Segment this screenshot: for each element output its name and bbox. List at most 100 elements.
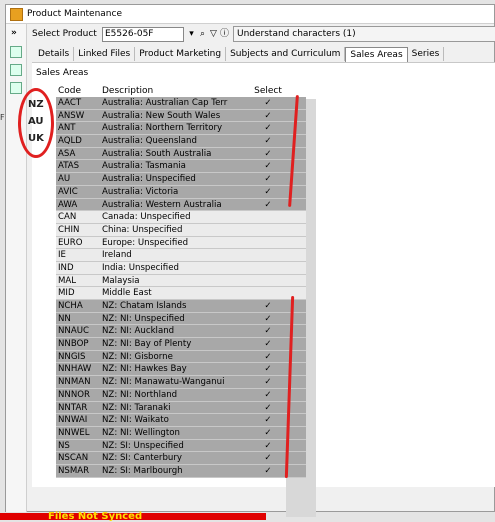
dropdown-arrow-icon[interactable]: ▾ [187,28,196,40]
code-cell: ASA [58,148,76,159]
table-row[interactable]: ASA Australia: South Australia ✓ [56,147,306,161]
select-checkbox[interactable] [250,249,286,261]
description-cell: Australia: Western Australia [102,199,222,210]
description-cell: Australia: South Australia [102,148,212,159]
table-row[interactable]: NSCAN NZ: SI: Canterbury ✓ [56,452,306,465]
select-product-label: Select Product [32,29,97,39]
code-cell: AACT [58,98,82,108]
table-row[interactable]: NCHA NZ: Chatam Islands ✓ [56,300,306,313]
table-row[interactable]: NNBOP NZ: NI: Bay of Plenty ✓ [56,338,306,351]
select-checkbox[interactable] [250,262,286,274]
description-cell: India: Unspecified [102,262,179,273]
description-cell: Australia: Tasmania [102,161,186,172]
table-row[interactable]: AWA Australia: Western Australia ✓ [56,198,306,212]
code-cell: NNHAW [58,364,92,375]
select-checkbox[interactable]: ✓ [250,97,286,109]
select-checkbox[interactable] [250,275,286,287]
tab-sales-areas[interactable]: Sales Areas [345,47,408,62]
code-column-header[interactable]: Code [56,85,100,97]
select-checkbox[interactable]: ✓ [250,148,286,160]
table-row[interactable]: ANSW Australia: New South Wales ✓ [56,109,306,123]
product-code-input[interactable]: E5526-05F [102,26,184,42]
select-checkbox[interactable] [250,224,286,236]
table-row[interactable]: NNWEL NZ: NI: Wellington ✓ [56,426,306,440]
table-row[interactable]: NSMAR NZ: SI: Marlbourgh ✓ [56,464,306,478]
select-checkbox[interactable] [250,237,286,249]
select-checkbox[interactable]: ✓ [250,173,286,185]
code-cell: NSMAR [58,465,90,476]
tab-subjects-and-curriculum[interactable]: Subjects and Curriculum [226,47,346,61]
tab-linked-files[interactable]: Linked Files [74,47,136,61]
table-row[interactable]: NNGIS NZ: NI: Gisborne ✓ [56,350,306,364]
table-row[interactable]: NNHAW NZ: NI: Hawkes Bay ✓ [56,363,306,377]
title-bar: Product Maintenance [6,5,494,24]
info-icon[interactable]: ⓘ [220,28,229,40]
table-row[interactable]: NNMAN NZ: NI: Manawatu-Wanganui ✓ [56,376,306,389]
tab-series[interactable]: Series [408,47,445,61]
select-checkbox[interactable]: ✓ [250,199,286,211]
select-checkbox[interactable]: ✓ [250,110,286,122]
select-checkbox[interactable]: ✓ [250,440,286,452]
select-checkbox[interactable]: ✓ [250,300,286,312]
select-checkbox[interactable]: ✓ [250,363,286,375]
description-column-header[interactable]: Description [100,85,250,97]
select-checkbox[interactable]: ✓ [250,325,286,337]
code-cell: ANT [58,123,76,134]
table-row[interactable]: IE Ireland [56,249,306,262]
table-row[interactable]: IND India: Unspecified [56,261,306,275]
code-cell: AU [58,174,71,185]
table-row[interactable]: AU Australia: Unspecified ✓ [56,173,306,186]
table-row[interactable]: NNWAI NZ: NI: Waikato ✓ [56,414,306,427]
table-row[interactable]: CHIN China: Unspecified [56,223,306,237]
description-cell: NZ: SI: Unspecified [102,440,184,451]
export-icon[interactable] [10,82,22,94]
select-checkbox[interactable]: ✓ [250,414,286,426]
table-row[interactable]: MAL Malaysia [56,274,306,288]
select-checkbox[interactable] [250,211,286,223]
code-cell: CAN [58,212,77,223]
select-column-header[interactable]: Select [250,85,286,97]
description-cell: Canada: Unspecified [102,212,191,223]
table-row[interactable]: ANT Australia: Northern Territory ✓ [56,122,306,136]
select-checkbox[interactable]: ✓ [250,160,286,172]
select-checkbox[interactable]: ✓ [250,402,286,414]
select-checkbox[interactable]: ✓ [250,186,286,198]
collapse-chevron-icon[interactable]: » [11,28,17,38]
select-checkbox[interactable]: ✓ [250,465,286,477]
select-checkbox[interactable]: ✓ [250,452,286,464]
select-checkbox[interactable]: ✓ [250,376,286,388]
add-record-icon[interactable] [10,64,22,76]
table-row[interactable]: AVIC Australia: Victoria ✓ [56,185,306,199]
select-checkbox[interactable]: ✓ [250,389,286,401]
select-checkbox[interactable]: ✓ [250,122,286,134]
tab-product-marketing[interactable]: Product Marketing [135,47,227,61]
table-row[interactable]: CAN Canada: Unspecified [56,211,306,224]
description-cell: Europe: Unspecified [102,237,189,248]
select-checkbox[interactable]: ✓ [250,135,286,147]
table-row[interactable]: NN NZ: NI: Unspecified ✓ [56,312,306,326]
filter-icon[interactable]: ▽ [209,28,218,40]
select-checkbox[interactable]: ✓ [250,351,286,363]
tab-details[interactable]: Details [34,47,75,61]
binoculars-icon[interactable]: ⌕ [198,28,207,40]
description-cell: NZ: NI: Northland [102,389,178,400]
table-row[interactable]: NNTAR NZ: NI: Taranaki ✓ [56,401,306,415]
code-cell: NNTAR [58,402,88,413]
select-checkbox[interactable]: ✓ [250,338,286,350]
edit-icon[interactable] [10,46,22,58]
select-checkbox[interactable]: ✓ [250,427,286,439]
tab-strip: Details Linked Files Product Marketing Subj… [34,47,445,62]
code-cell: NCHA [58,301,83,311]
table-row[interactable]: MID Middle East [56,287,306,300]
select-checkbox[interactable]: ✓ [250,313,286,325]
table-row[interactable]: NS NZ: SI: Unspecified ✓ [56,439,306,453]
table-row[interactable]: NNAUC NZ: NI: Auckland ✓ [56,325,306,339]
description-cell: China: Unspecified [102,224,183,235]
table-row[interactable]: AQLD Australia: Queensland ✓ [56,135,306,148]
select-checkbox[interactable] [250,287,286,299]
table-row[interactable]: AACT Australia: Australian Cap Terr ✓ [56,97,306,110]
table-row[interactable]: EURO Europe: Unspecified [56,236,306,250]
table-row[interactable]: ATAS Australia: Tasmania ✓ [56,160,306,174]
description-cell: Australia: Unspecified [102,174,196,185]
table-row[interactable]: NNNOR NZ: NI: Northland ✓ [56,388,306,402]
